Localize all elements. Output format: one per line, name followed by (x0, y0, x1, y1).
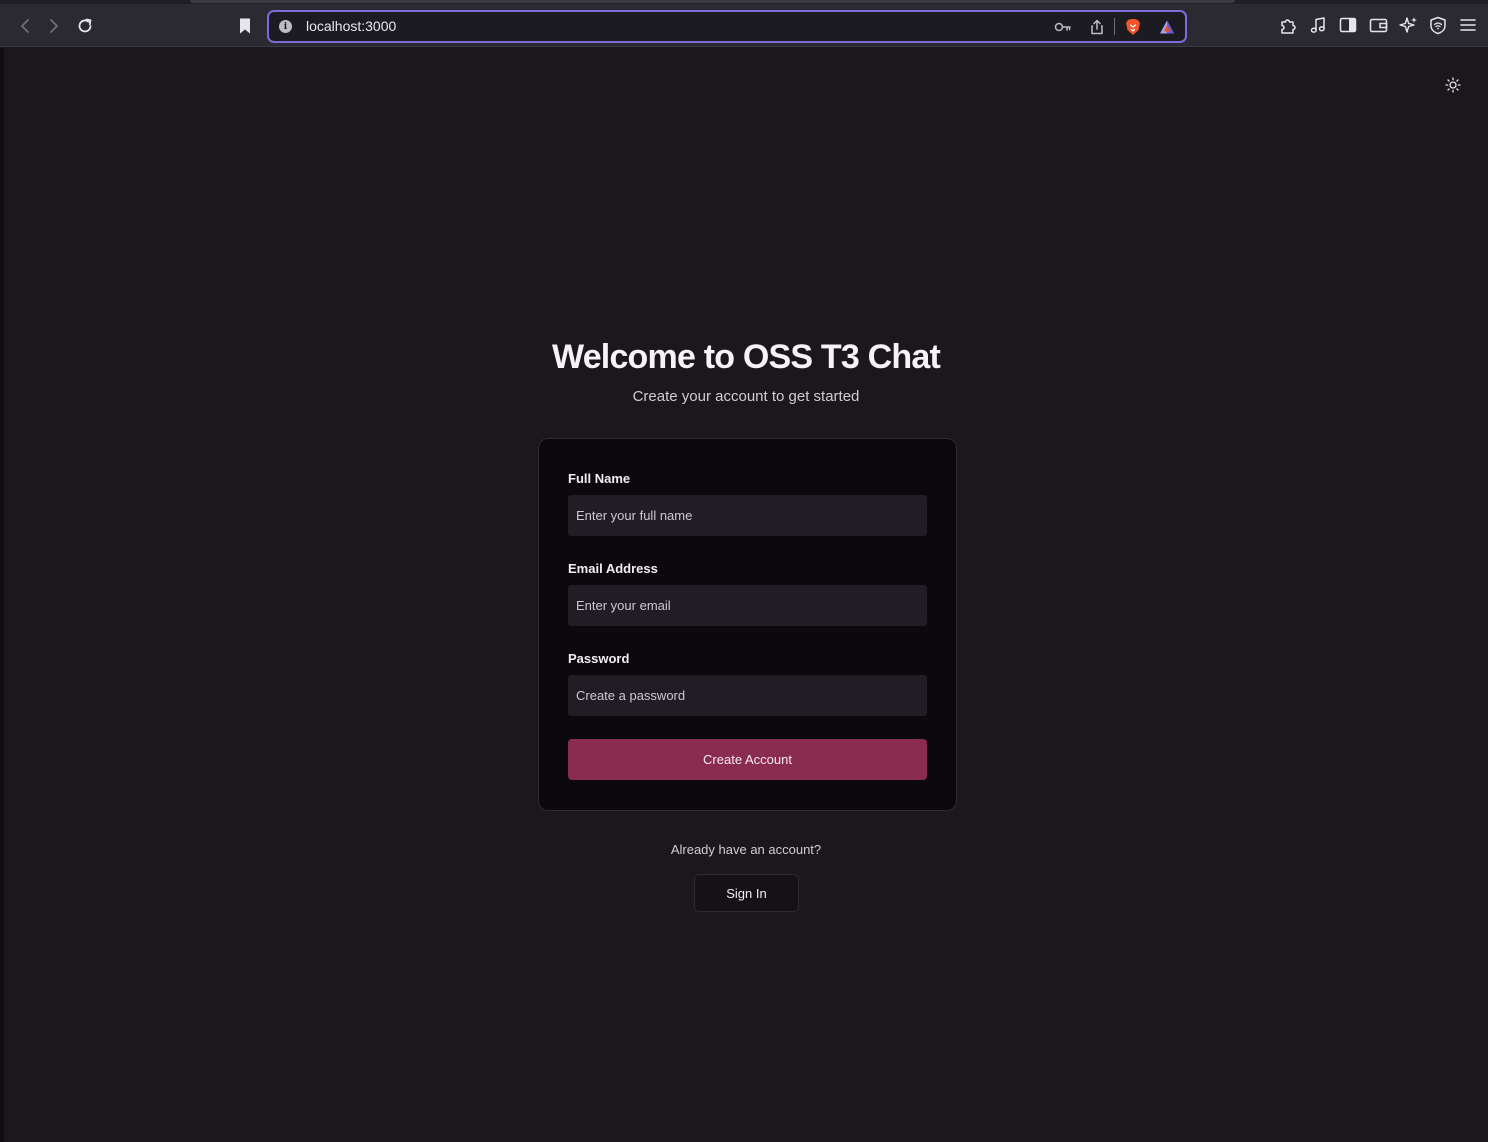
music-note-icon[interactable] (1308, 15, 1328, 35)
email-label: Email Address (568, 561, 658, 576)
bookmark-icon[interactable] (232, 13, 258, 39)
active-tab-edge[interactable] (190, 0, 1235, 3)
address-bar[interactable]: i localhost:3000 (267, 10, 1187, 43)
wallet-icon[interactable] (1368, 15, 1388, 35)
puzzle-icon[interactable] (1278, 15, 1298, 35)
signin-prompt: Already have an account? (670, 842, 822, 857)
vpn-shield-icon[interactable] (1428, 15, 1448, 35)
forward-arrow-icon[interactable] (41, 13, 67, 39)
page-title: Welcome to OSS T3 Chat (552, 338, 941, 376)
sun-icon[interactable] (1441, 73, 1465, 97)
full-name-label: Full Name (568, 471, 631, 486)
brave-lion-icon[interactable] (1124, 18, 1142, 36)
reload-icon[interactable] (72, 13, 98, 39)
create-account-button[interactable]: Create Account (568, 739, 927, 780)
info-icon[interactable]: i (279, 20, 292, 33)
url-text[interactable]: localhost:3000 (306, 18, 396, 34)
back-arrow-icon[interactable] (12, 13, 38, 39)
key-icon[interactable] (1054, 18, 1072, 36)
email-input[interactable] (568, 585, 927, 626)
browser-toolbar: i localhost:3000 (0, 0, 1488, 47)
password-label: Password (568, 651, 630, 666)
hamburger-menu-icon[interactable] (1458, 15, 1478, 35)
sign-in-button[interactable]: Sign In (694, 874, 799, 912)
signup-form: Full Name Email Address Password Create … (538, 438, 957, 811)
full-name-input[interactable] (568, 495, 927, 536)
password-input[interactable] (568, 675, 927, 716)
sidebar-icon[interactable] (1338, 15, 1358, 35)
page-subtitle: Create your account to get started (632, 388, 860, 405)
window-edge (0, 48, 4, 1142)
sparkle-icon[interactable] (1398, 15, 1418, 35)
url-divider (1114, 18, 1115, 35)
tab-strip (0, 0, 1488, 4)
brave-rewards-triangle-icon[interactable] (1158, 18, 1176, 36)
share-icon[interactable] (1088, 18, 1106, 36)
